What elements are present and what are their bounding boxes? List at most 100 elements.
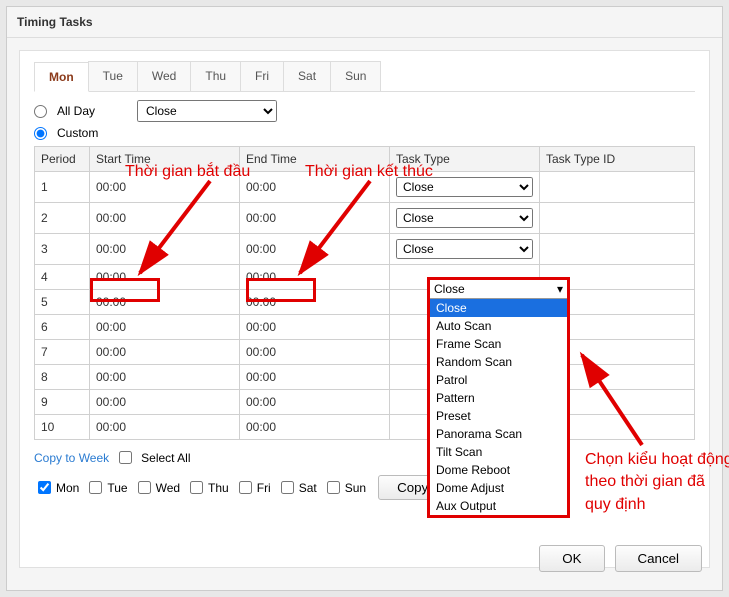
dropdown-option[interactable]: Random Scan (430, 353, 567, 371)
dropdown-option[interactable]: Aux Output (430, 497, 567, 515)
custom-radio[interactable] (34, 127, 47, 140)
cell-start-time[interactable]: 00:00 (90, 290, 240, 315)
copy-day-mon: Mon (34, 478, 79, 497)
cell-end-time[interactable]: 00:00 (240, 290, 390, 315)
cell-period: 5 (35, 290, 90, 315)
cell-start-time[interactable]: 00:00 (90, 415, 240, 440)
task-type-select[interactable]: Close (396, 208, 533, 228)
copy-day-label: Fri (257, 481, 271, 495)
cell-end-time[interactable]: 00:00 (240, 415, 390, 440)
dialog-buttons: OK Cancel (539, 545, 702, 572)
dropdown-option[interactable]: Patrol (430, 371, 567, 389)
task-type-select[interactable]: Close (396, 239, 533, 259)
cancel-button[interactable]: Cancel (615, 545, 703, 572)
col-end: End Time (240, 147, 390, 172)
chevron-down-icon: ▾ (557, 282, 563, 296)
dropdown-option[interactable]: Auto Scan (430, 317, 567, 335)
cell-start-time[interactable]: 00:00 (90, 172, 240, 203)
copy-day-checkbox[interactable] (190, 481, 203, 494)
copy-day-checkbox[interactable] (239, 481, 252, 494)
dropdown-option[interactable]: Dome Adjust (430, 479, 567, 497)
tab-sat[interactable]: Sat (283, 61, 331, 91)
select-all-checkbox[interactable] (119, 451, 132, 464)
cell-end-time[interactable]: 00:00 (240, 172, 390, 203)
ok-button[interactable]: OK (539, 545, 604, 572)
dropdown-option[interactable]: Frame Scan (430, 335, 567, 353)
copy-to-week-link[interactable]: Copy to Week (34, 451, 109, 465)
day-tabs: MonTueWedThuFriSatSun (34, 61, 695, 92)
cell-task-type-id[interactable] (540, 203, 695, 234)
panel-title: Timing Tasks (7, 7, 722, 38)
allday-radio[interactable] (34, 105, 47, 118)
copy-day-sun: Sun (323, 478, 366, 497)
panel-content: MonTueWedThuFriSatSun All Day Close Cust… (19, 50, 710, 568)
cell-task-type: Close (390, 234, 540, 265)
cell-start-time[interactable]: 00:00 (90, 265, 240, 290)
tab-wed[interactable]: Wed (137, 61, 191, 91)
cell-end-time[interactable]: 00:00 (240, 315, 390, 340)
copy-day-label: Sun (345, 481, 366, 495)
copy-day-checkbox[interactable] (38, 481, 51, 494)
dropdown-option[interactable]: Preset (430, 407, 567, 425)
cell-period: 7 (35, 340, 90, 365)
cell-start-time[interactable]: 00:00 (90, 365, 240, 390)
copy-row: Copy to Week Select All (34, 448, 695, 467)
copy-day-sat: Sat (277, 478, 317, 497)
col-taskid: Task Type ID (540, 147, 695, 172)
cell-end-time[interactable]: 00:00 (240, 203, 390, 234)
cell-start-time[interactable]: 00:00 (90, 203, 240, 234)
cell-end-time[interactable]: 00:00 (240, 365, 390, 390)
cell-period: 2 (35, 203, 90, 234)
copy-day-checkbox[interactable] (281, 481, 294, 494)
copy-day-fri: Fri (235, 478, 271, 497)
col-start: Start Time (90, 147, 240, 172)
copy-day-wed: Wed (134, 478, 180, 497)
allday-select[interactable]: Close (137, 100, 277, 122)
cell-task-type-id[interactable] (540, 172, 695, 203)
cell-start-time[interactable]: 00:00 (90, 234, 240, 265)
copy-day-checkbox[interactable] (89, 481, 102, 494)
tab-mon[interactable]: Mon (34, 62, 89, 92)
table-row: 1000:0000:00 (35, 415, 695, 440)
copy-day-checkbox[interactable] (327, 481, 340, 494)
cell-task-type: Close (390, 172, 540, 203)
table-row: 200:0000:00Close (35, 203, 695, 234)
table-row: 500:0000:00 (35, 290, 695, 315)
cell-start-time[interactable]: 00:00 (90, 315, 240, 340)
table-row: 300:0000:00Close (35, 234, 695, 265)
dropdown-option[interactable]: Pattern (430, 389, 567, 407)
dropdown-option[interactable]: Tilt Scan (430, 443, 567, 461)
tab-fri[interactable]: Fri (240, 61, 284, 91)
dropdown-option[interactable]: Dome Reboot (430, 461, 567, 479)
cell-end-time[interactable]: 00:00 (240, 234, 390, 265)
task-type-select[interactable]: Close (396, 177, 533, 197)
cell-period: 4 (35, 265, 90, 290)
tab-thu[interactable]: Thu (190, 61, 241, 91)
mode-allday-row: All Day Close (34, 100, 695, 122)
copy-day-checkbox[interactable] (138, 481, 151, 494)
cell-period: 3 (35, 234, 90, 265)
col-task: Task Type (390, 147, 540, 172)
cell-start-time[interactable]: 00:00 (90, 340, 240, 365)
table-row: 100:0000:00Close (35, 172, 695, 203)
table-row: 700:0000:00 (35, 340, 695, 365)
cell-period: 9 (35, 390, 90, 415)
tab-sun[interactable]: Sun (330, 61, 381, 91)
col-period: Period (35, 147, 90, 172)
cell-task-type: Close (390, 203, 540, 234)
tab-tue[interactable]: Tue (88, 61, 138, 91)
cell-end-time[interactable]: 00:00 (240, 340, 390, 365)
cell-task-type-id[interactable] (540, 234, 695, 265)
dropdown-option[interactable]: Close (430, 299, 567, 317)
cell-start-time[interactable]: 00:00 (90, 390, 240, 415)
timing-tasks-panel: Timing Tasks MonTueWedThuFriSatSun All D… (6, 6, 723, 591)
dropdown-selected-bar[interactable]: Close ▾ (430, 280, 567, 299)
allday-label: All Day (57, 104, 95, 118)
dropdown-option[interactable]: Panorama Scan (430, 425, 567, 443)
copy-day-label: Sat (299, 481, 317, 495)
cell-end-time[interactable]: 00:00 (240, 265, 390, 290)
select-all-label: Select All (141, 451, 190, 465)
cell-period: 1 (35, 172, 90, 203)
cell-end-time[interactable]: 00:00 (240, 390, 390, 415)
dropdown-selected-text: Close (434, 282, 465, 296)
